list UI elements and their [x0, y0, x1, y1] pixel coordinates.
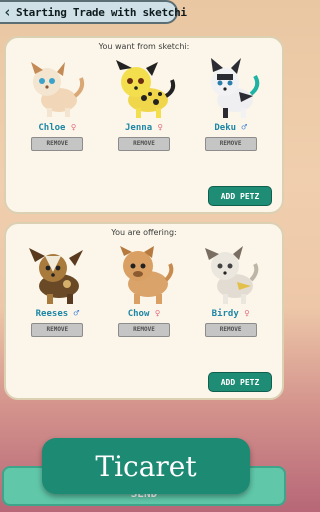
pet-image-jenna[interactable] — [110, 56, 178, 122]
pet-name: Chloe — [38, 123, 66, 133]
remove-button[interactable]: REMOVE — [31, 323, 84, 337]
remove-button[interactable]: REMOVE — [117, 137, 170, 151]
add-petz-button[interactable]: ADD PETZ — [208, 186, 272, 206]
remove-button[interactable]: REMOVE — [204, 323, 257, 337]
female-gender-icon: ♀ — [70, 123, 77, 133]
remove-button[interactable]: REMOVE — [117, 323, 170, 337]
pet-card: Birdy ♀ REMOVE — [191, 242, 271, 337]
chevron-left-icon[interactable]: ‹ — [3, 3, 12, 21]
page-title: Starting Trade with sketchi — [16, 5, 187, 19]
pet-image-reeses[interactable] — [23, 242, 91, 308]
offer-panel: You are offering: Reeses ♂ REMOVE Chow ♀… — [4, 222, 284, 400]
add-petz-button[interactable]: ADD PETZ — [208, 372, 272, 392]
female-gender-icon: ♀ — [244, 309, 250, 319]
pet-card: Chow ♀ REMOVE — [104, 242, 184, 337]
female-gender-icon: ♀ — [154, 309, 161, 319]
pet-image-chow[interactable] — [110, 242, 178, 308]
top-bar: ‹ Starting Trade with sketchi — [0, 0, 187, 24]
want-panel: You want from sketchi: Chloe ♀ REMOVE Je… — [4, 36, 284, 214]
pet-image-birdy[interactable] — [197, 242, 265, 308]
pet-name: Reeses — [35, 309, 69, 319]
caption-banner: Ticaret — [42, 438, 250, 494]
pet-card: Deku ♂ REMOVE — [191, 56, 271, 151]
pet-card: Chloe ♀ REMOVE — [17, 56, 97, 151]
female-gender-icon: ♀ — [157, 123, 163, 133]
remove-button[interactable]: REMOVE — [31, 137, 84, 151]
male-gender-icon: ♂ — [73, 309, 79, 319]
remove-button[interactable]: REMOVE — [204, 137, 257, 151]
pet-image-chloe[interactable] — [23, 56, 91, 122]
offer-heading: You are offering: — [111, 228, 177, 237]
male-gender-icon: ♂ — [241, 123, 247, 133]
want-heading: You want from sketchi: — [98, 42, 190, 51]
pet-card: Reeses ♂ REMOVE — [17, 242, 97, 337]
pet-card: Jenna ♀ REMOVE — [104, 56, 184, 151]
pet-name: Deku — [214, 123, 237, 133]
pet-name: Jenna — [125, 123, 153, 133]
pet-name: Chow — [127, 309, 150, 319]
pet-image-deku[interactable] — [197, 56, 265, 122]
pet-name: Birdy — [211, 309, 239, 319]
